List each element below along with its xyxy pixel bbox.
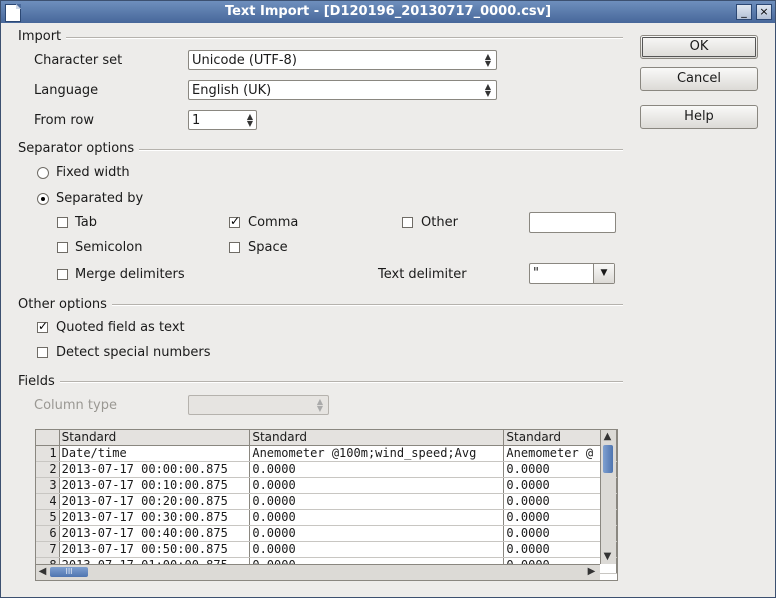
help-button[interactable]: Help (640, 105, 758, 129)
spin-arrows-icon[interactable]: ▲ ▼ (247, 113, 253, 128)
semicolon-checkbox[interactable] (57, 242, 68, 253)
charset-value: Unicode (UTF-8) (192, 53, 297, 68)
horizontal-scroll-thumb[interactable]: III (50, 567, 88, 577)
table-cell: Date/time (59, 445, 251, 462)
charset-select[interactable]: Unicode (UTF-8) ▲ ▼ (188, 50, 497, 70)
table-cell: 0.0000 (249, 461, 505, 478)
table-cell: 0.0000 (249, 493, 505, 510)
table-cell: 2013-07-17 00:20:00.875 (59, 493, 251, 510)
preview-grid[interactable]: Standard Standard Standard 1 Date/time A… (35, 429, 618, 581)
chevron-down-icon[interactable]: ▼ (593, 264, 614, 283)
table-cell: 0.0000 (249, 525, 505, 542)
detect-special-numbers-label[interactable]: Detect special numbers (56, 345, 210, 360)
row-number: 2 (36, 461, 60, 478)
quoted-field-checkbox[interactable] (37, 319, 48, 333)
merge-delimiters-label[interactable]: Merge delimiters (75, 267, 185, 282)
column-type-label: Column type (34, 398, 117, 413)
table-cell: 2013-07-17 00:30:00.875 (59, 509, 251, 526)
from-row-spinner[interactable]: 1 ▲ ▼ (188, 110, 257, 130)
table-row: 2 2013-07-17 00:00:00.875 0.0000 0.0000 (36, 461, 617, 478)
space-checkbox[interactable] (229, 242, 240, 253)
text-delimiter-label: Text delimiter (378, 267, 467, 282)
row-number: 4 (36, 493, 60, 510)
window-title: Text Import - [D120196_20130717_0000.csv… (224, 4, 552, 19)
spin-arrows-icon: ▲ ▼ (484, 52, 491, 68)
table-cell: 0.0000 (249, 509, 505, 526)
fields-section-title: Fields (18, 374, 60, 389)
other-separator-input[interactable] (529, 212, 616, 233)
row-number: 7 (36, 541, 60, 558)
row-number: 3 (36, 477, 60, 494)
table-row: 6 2013-07-17 00:40:00.875 0.0000 0.0000 (36, 525, 617, 542)
table-row: 1 Date/time Anemometer @100m;wind_speed;… (36, 445, 617, 462)
comma-checkbox[interactable] (229, 214, 240, 228)
separator-options-title: Separator options (18, 141, 140, 156)
space-label[interactable]: Space (248, 240, 288, 255)
table-header-row: Standard Standard Standard (36, 430, 617, 446)
table-row: 5 2013-07-17 00:30:00.875 0.0000 0.0000 (36, 509, 617, 526)
tab-label[interactable]: Tab (75, 215, 97, 230)
table-row: 7 2013-07-17 00:50:00.875 0.0000 0.0000 (36, 541, 617, 558)
language-select[interactable]: English (UK) ▲ ▼ (188, 80, 497, 100)
scroll-up-icon[interactable]: ▲ (601, 431, 614, 443)
fixed-width-radio[interactable] (37, 167, 49, 179)
scroll-down-icon[interactable]: ▼ (601, 551, 614, 563)
table-cell: 2013-07-17 00:50:00.875 (59, 541, 251, 558)
text-import-dialog: Text Import - [D120196_20130717_0000.csv… (0, 0, 776, 598)
table-cell: 0.0000 (249, 541, 505, 558)
separated-by-radio[interactable] (37, 193, 49, 205)
merge-delimiters-checkbox[interactable] (57, 269, 68, 280)
import-section-title: Import (18, 29, 67, 44)
other-checkbox[interactable] (402, 217, 413, 228)
other-options-title: Other options (18, 297, 112, 312)
thumb-grip: III (65, 567, 73, 576)
table-cell: 2013-07-17 00:40:00.875 (59, 525, 251, 542)
title-bar[interactable]: Text Import - [D120196_20130717_0000.csv… (1, 1, 775, 23)
column-header[interactable]: Standard (249, 430, 505, 446)
row-number: 6 (36, 525, 60, 542)
table-row: 3 2013-07-17 00:10:00.875 0.0000 0.0000 (36, 477, 617, 494)
close-button[interactable]: × (756, 4, 772, 20)
table-cell: 0.0000 (249, 477, 505, 494)
from-row-label: From row (34, 113, 94, 128)
table-cell: 2013-07-17 00:10:00.875 (59, 477, 251, 494)
fields-separator (19, 381, 623, 383)
tab-checkbox[interactable] (57, 217, 68, 228)
vertical-scroll-thumb[interactable] (603, 445, 613, 473)
table-cell: 2013-07-17 00:00:00.875 (59, 461, 251, 478)
horizontal-scrollbar[interactable]: ◀ III ▶ (36, 564, 600, 580)
scroll-left-icon[interactable]: ◀ (36, 566, 49, 578)
minimize-button[interactable]: _ (736, 4, 752, 20)
scroll-right-icon[interactable]: ▶ (585, 566, 598, 578)
semicolon-label[interactable]: Semicolon (75, 240, 142, 255)
text-delimiter-combo[interactable]: " ▼ (529, 263, 615, 284)
table-cell: Anemometer @100m;wind_speed;Avg (249, 445, 505, 462)
comma-label[interactable]: Comma (248, 215, 298, 230)
column-type-select[interactable]: ▲ ▼ (188, 395, 329, 415)
row-number: 5 (36, 509, 60, 526)
language-value: English (UK) (192, 83, 272, 98)
quoted-field-label[interactable]: Quoted field as text (56, 320, 185, 335)
separated-by-label[interactable]: Separated by (56, 191, 143, 206)
detect-special-numbers-checkbox[interactable] (37, 347, 48, 358)
text-delimiter-value: " (533, 266, 539, 281)
column-header[interactable]: Standard (59, 430, 251, 446)
other-label[interactable]: Other (421, 215, 458, 230)
spin-arrows-icon: ▲ ▼ (484, 82, 491, 98)
charset-label: Character set (34, 53, 123, 68)
corner-cell (36, 430, 60, 446)
ok-button[interactable]: OK (640, 35, 758, 59)
import-separator (19, 37, 623, 39)
language-label: Language (34, 83, 99, 98)
table-row: 4 2013-07-17 00:20:00.875 0.0000 0.0000 (36, 493, 617, 510)
spin-arrows-icon: ▲ ▼ (316, 397, 323, 413)
from-row-value: 1 (192, 113, 201, 128)
preview-table: Standard Standard Standard 1 Date/time A… (36, 430, 617, 574)
vertical-scrollbar[interactable]: ▲ ▼ (600, 430, 616, 564)
fixed-width-label[interactable]: Fixed width (56, 165, 130, 180)
row-number: 1 (36, 445, 60, 462)
cancel-button[interactable]: Cancel (640, 67, 758, 91)
